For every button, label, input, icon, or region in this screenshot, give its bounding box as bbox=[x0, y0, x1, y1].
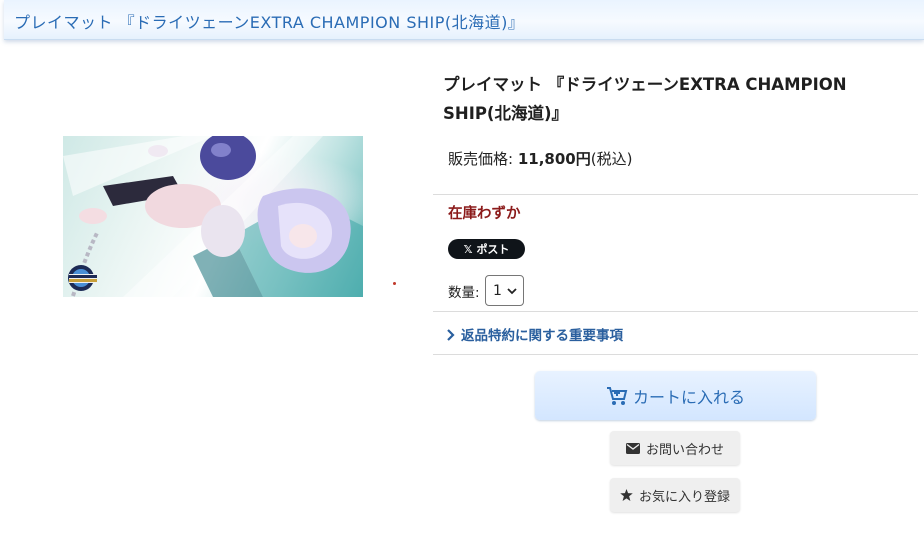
price-label: 販売価格: bbox=[448, 150, 518, 168]
star-icon bbox=[620, 489, 633, 501]
favorite-label: お気に入り登録 bbox=[638, 489, 730, 505]
tax-note: (税込) bbox=[590, 150, 633, 168]
indicator-dot bbox=[393, 282, 396, 285]
favorite-button[interactable]: お気に入り登録 bbox=[610, 478, 740, 512]
quantity-value: 1 bbox=[493, 282, 502, 299]
x-post-label: ポスト bbox=[476, 243, 510, 256]
page-title: プレイマット 『ドライツェーンEXTRA CHAMPION SHIP(北海道)』 bbox=[14, 13, 525, 32]
returns-policy-link[interactable]: 返品特約に関する重要事項 bbox=[446, 324, 623, 344]
envelope-icon bbox=[625, 442, 640, 454]
returns-policy-label: 返品特約に関する重要事項 bbox=[461, 328, 623, 344]
inquiry-label: お問い合わせ bbox=[645, 442, 724, 458]
title-bar: プレイマット 『ドライツェーンEXTRA CHAMPION SHIP(北海道)』 bbox=[4, 0, 924, 40]
add-to-cart-label: カートに入れる bbox=[632, 387, 745, 407]
playmat-artwork bbox=[63, 136, 363, 297]
x-logo-icon: 𝕏 bbox=[463, 242, 473, 256]
cart-plus-icon bbox=[606, 386, 628, 405]
add-to-cart-button[interactable]: カートに入れる bbox=[535, 371, 816, 420]
price-row: 販売価格: 11,800円(税込) bbox=[448, 148, 632, 169]
chevron-right-icon bbox=[447, 329, 455, 341]
extra-championship-logo bbox=[68, 265, 97, 291]
divider bbox=[433, 311, 918, 312]
product-image[interactable] bbox=[63, 136, 363, 297]
quantity-label: 数量: bbox=[448, 285, 480, 301]
divider bbox=[433, 194, 918, 195]
chevron-down-icon bbox=[507, 287, 517, 294]
quantity-select[interactable]: 1 bbox=[485, 275, 524, 306]
price-value: 11,800円 bbox=[517, 150, 591, 168]
x-post-button[interactable]: 𝕏 ポスト bbox=[448, 239, 525, 259]
stock-status: 在庫わずか bbox=[448, 206, 521, 222]
divider bbox=[433, 354, 918, 355]
product-page: プレイマット 『ドライツェーンEXTRA CHAMPION SHIP(北海道)』 bbox=[0, 0, 924, 546]
inquiry-button[interactable]: お問い合わせ bbox=[610, 431, 740, 465]
product-title: プレイマット 『ドライツェーンEXTRA CHAMPION SHIP(北海道)』 bbox=[443, 75, 847, 123]
